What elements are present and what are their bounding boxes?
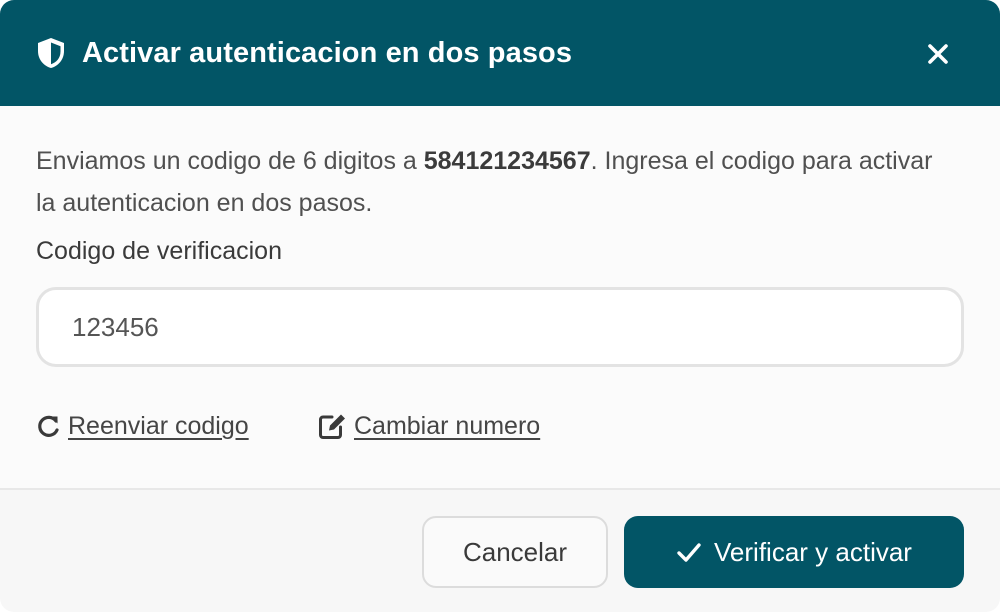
dialog-title: Activar autenticacion en dos pasos: [82, 37, 573, 69]
check-icon: [677, 543, 701, 562]
resend-code-link[interactable]: Reenviar codigo: [36, 408, 249, 444]
dialog-footer: Cancelar Verificar y activar: [0, 488, 1000, 612]
verification-code-label: Codigo de verificacion: [36, 237, 282, 265]
resend-code-label: Reenviar codigo: [68, 412, 249, 440]
verify-activate-button[interactable]: Verificar y activar: [624, 516, 964, 588]
shield-icon: [38, 38, 64, 68]
message-prefix: Enviamos un codigo de 6 digitos a: [36, 147, 424, 175]
change-number-label: Cambiar numero: [354, 412, 541, 440]
instruction-text: Enviamos un codigo de 6 digitos a 584121…: [36, 140, 936, 224]
close-button[interactable]: [920, 36, 956, 72]
edit-icon: [319, 414, 345, 439]
change-number-link[interactable]: Cambiar numero: [318, 408, 540, 444]
dialog-header: Activar autenticacion en dos pasos: [0, 0, 1000, 106]
two-factor-dialog: Activar autenticacion en dos pasos Envia…: [0, 0, 1000, 612]
verification-code-input[interactable]: [36, 287, 964, 367]
cancel-button[interactable]: Cancelar: [422, 516, 608, 588]
close-icon: [928, 44, 948, 64]
phone-number: 584121234567: [423, 147, 591, 175]
verify-activate-label: Verificar y activar: [714, 536, 912, 567]
redo-icon: [38, 415, 59, 437]
